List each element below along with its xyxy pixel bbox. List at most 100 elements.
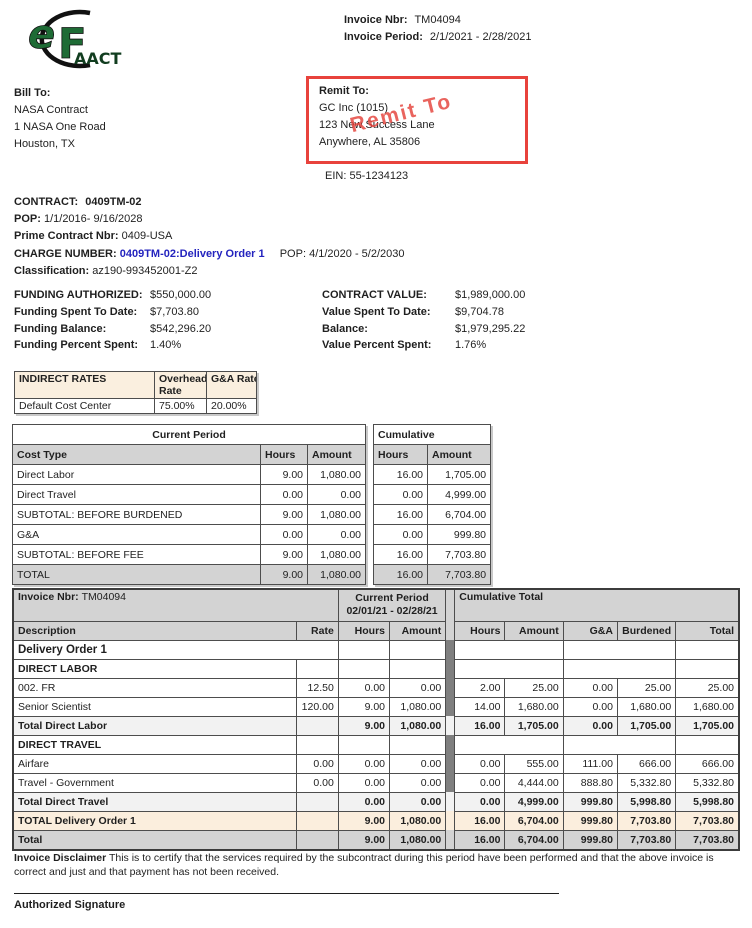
rate-cell: 120.00 [295, 696, 339, 717]
cum-amount-header: Amount [427, 444, 492, 465]
description-cell: Delivery Order 1 [12, 639, 339, 660]
table-row: DIRECT LABOR [12, 658, 740, 679]
col-hours: Hours [337, 620, 391, 641]
ga-cell: 888.80 [562, 772, 618, 793]
classification-line: Classification: az190-993452001-Z2 [14, 263, 405, 280]
cell [337, 734, 391, 755]
cell [454, 658, 564, 679]
table-cumulative-header: Cumulative Total [454, 588, 740, 622]
funding-label: Funding Percent Spent: [14, 339, 139, 352]
table-row: G&A 0.00 0.00 [12, 524, 367, 545]
cell [675, 734, 740, 755]
disclaimer-text: This is to certify that the services req… [14, 852, 714, 878]
column-separator [445, 678, 455, 697]
funding-left: FUNDING AUTHORIZED: $550,000.00 Funding Sp… [14, 287, 211, 354]
cum-amount-cell: 555.00 [504, 753, 564, 774]
cum-amount-cell: 6,704.00 [504, 829, 564, 850]
overhead-rate-header: Overhead Rate [154, 371, 207, 399]
invoice-nbr-value: TM04094 [414, 14, 461, 26]
funding-row: Balance: $1,979,295.22 [322, 321, 525, 338]
indirect-rates-table: INDIRECT RATES Overhead Rate G&A Rate De… [14, 371, 257, 414]
col-total: Total [675, 620, 740, 641]
charge-pop-value: 4/1/2020 - 5/2/2030 [309, 247, 405, 260]
cell [337, 639, 391, 660]
hours-cell: 16.00 [373, 464, 429, 485]
amount-cell: 0.00 [388, 772, 447, 793]
cost-center-cell: Default Cost Center [14, 398, 155, 414]
table-row: SUBTOTAL: BEFORE FEE 9.00 1,080.00 [12, 544, 367, 565]
rate-cell [295, 715, 339, 736]
cum-amount-cell: 4,999.00 [504, 791, 564, 812]
description-cell: Total Direct Travel [12, 791, 297, 812]
remit-to-label: Remit To: [319, 85, 369, 97]
funding-value: $542,296.20 [150, 322, 212, 335]
description-cell: TOTAL Delivery Order 1 [12, 810, 297, 831]
ga-cell: 999.80 [562, 810, 618, 831]
col-rate: Rate [295, 620, 339, 641]
funding-row: Funding Spent To Date: $7,703.80 [14, 304, 211, 321]
current-period-header-row: Cost Type Hours Amount [12, 444, 367, 465]
total-cell: 7,703.80 [675, 810, 740, 831]
column-separator [445, 589, 455, 621]
burdened-cell: 5,998.80 [616, 791, 677, 812]
ga-cell: 0.00 [562, 715, 618, 736]
total-cell: 666.00 [675, 753, 740, 774]
hours-cell: 9.00 [337, 696, 391, 717]
burdened-cell: 1,705.00 [616, 715, 677, 736]
charge-number-label: CHARGE NUMBER: [14, 247, 117, 260]
efaact-logo: e F AACT [12, 6, 122, 72]
total-cell: 25.00 [675, 677, 740, 698]
amount-cell: 1,080.00 [306, 564, 367, 585]
current-period-body: Direct Labor 9.00 1,080.00 Direct Travel 0.0… [12, 464, 367, 585]
description-cell: DIRECT TRAVEL [12, 734, 297, 755]
prime-contract-value: 0409-USA [121, 230, 173, 243]
invoice-nbr-line: Invoice Nbr: TM04094 [344, 12, 531, 29]
table-row: Direct Labor 9.00 1,080.00 [12, 464, 367, 485]
table-row: 0.00 999.80 [373, 524, 492, 545]
cell [562, 734, 677, 755]
funding-value: $7,703.80 [150, 305, 199, 318]
rate-cell [295, 810, 339, 831]
cum-hours-header: Hours [373, 444, 429, 465]
table-row: 0.00 4,999.00 [373, 484, 492, 505]
funding-label: Value Percent Spent: [322, 339, 432, 352]
table-row: 16.00 6,704.00 [373, 504, 492, 525]
hours-cell: 0.00 [337, 791, 391, 812]
total-cell: 1,680.00 [675, 696, 740, 717]
funding-row: Funding Balance: $542,296.20 [14, 321, 211, 338]
column-separator [445, 754, 455, 773]
current-period-dates: 02/01/21 - 02/28/21 [346, 605, 438, 618]
amount-cell: 0.00 [306, 484, 367, 505]
amount-cell: 0.00 [306, 524, 367, 545]
cum-amount-cell: 6,704.00 [504, 810, 564, 831]
table-row: 16.00 1,705.00 [373, 464, 492, 485]
invoice-nbr-label: Invoice Nbr: [344, 14, 408, 26]
funding-row: FUNDING AUTHORIZED: $550,000.00 [14, 287, 211, 304]
contract-block: CONTRACT: 0409TM-02 POP: 1/1/2016- 9/16/… [14, 194, 405, 280]
funding-label: Funding Balance: [14, 322, 107, 335]
cell [388, 658, 447, 679]
amount-cell: 7,703.80 [427, 564, 492, 585]
amount-cell: 999.80 [427, 524, 492, 545]
overhead-rate-cell: 75.00% [154, 398, 207, 414]
table-row: Total Direct Labor 9.00 1,080.00 16.00 1,705… [12, 715, 740, 736]
description-cell: Total Direct Labor [12, 715, 297, 736]
hours-cell: 16.00 [373, 544, 429, 565]
funding-value: 1.76% [455, 339, 487, 352]
funding-row: CONTRACT VALUE: $1,989,000.00 [322, 287, 525, 304]
hours-cell: 0.00 [373, 524, 429, 545]
table-row: Default Cost Center 75.00% 20.00% [14, 398, 257, 414]
column-separator [445, 621, 455, 640]
col-cum-amount: Amount [504, 620, 564, 641]
cell [295, 734, 339, 755]
amount-cell: 1,705.00 [427, 464, 492, 485]
amount-cell: 7,703.80 [427, 544, 492, 565]
current-period-title: Current Period [11, 424, 367, 445]
rate-cell [295, 791, 339, 812]
hours-cell: 0.00 [337, 753, 391, 774]
funding-label: CONTRACT VALUE: [322, 289, 427, 301]
description-cell: Travel - Government [12, 772, 297, 793]
authorized-signature-label: Authorized Signature [14, 899, 126, 911]
ga-cell: 999.80 [562, 791, 618, 812]
cost-type-cell: G&A [12, 524, 261, 545]
